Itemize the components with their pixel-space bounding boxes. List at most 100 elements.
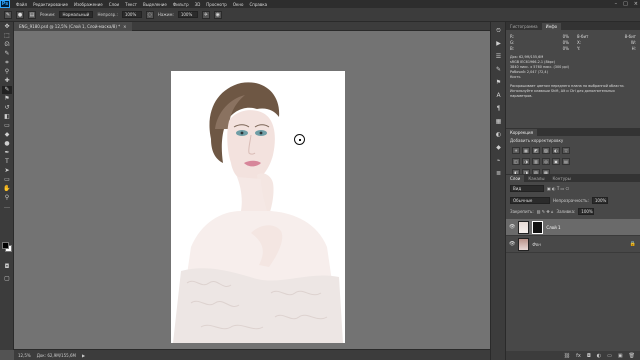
quick-select-tool-icon[interactable]: ✎ [2,50,12,58]
properties-panel-icon[interactable]: ☰ [494,52,503,61]
minimize-button[interactable]: – [615,1,618,7]
new-adjustment-icon[interactable]: ◐ [597,353,601,359]
pen-tool-icon[interactable]: ✒ [2,149,12,157]
marquee-tool-icon[interactable]: ⬚ [2,32,12,40]
new-group-icon[interactable]: ▭ [607,353,612,359]
document-tab[interactable]: ENG_9180.psd @ 12,5% (Слой 1, Слой-маска… [14,22,132,31]
menu-3d[interactable]: 3D [195,2,201,7]
channel-mixer-adjustment-icon[interactable]: ▣ [552,158,560,165]
layer-filter-select[interactable]: Вид [510,185,544,192]
color-balance-adjustment-icon[interactable]: ◑ [522,158,530,165]
tab-info[interactable]: Инфо [541,23,562,30]
hand-tool-icon[interactable]: ✋ [2,185,12,193]
path-select-tool-icon[interactable]: ➤ [2,167,12,175]
menu-file[interactable]: Файл [16,2,27,7]
layer-name[interactable]: Фон [532,242,541,247]
canvas-area[interactable] [14,31,490,349]
flow-field[interactable]: 100% [177,11,198,18]
filter-type-icons[interactable]: ▣ ◐ T ▭ ⎔ [547,186,569,191]
link-layers-icon[interactable]: ⛓ [564,353,570,359]
more-tools-icon[interactable]: … [2,203,12,211]
tab-histogram[interactable]: Гистограмма [506,23,542,30]
quick-mask-icon[interactable]: ◘ [2,263,12,271]
levels-adjustment-icon[interactable]: ▦ [522,147,530,154]
menu-filter[interactable]: Фильтр [173,2,189,7]
channels-panel-icon[interactable]: ≣ [494,169,503,178]
curves-adjustment-icon[interactable]: ◩ [532,147,540,154]
paths-panel-icon[interactable]: ⌁ [494,156,503,165]
gradient-tool-icon[interactable]: ▭ [2,122,12,130]
pressure-size-icon[interactable]: ◉ [213,10,222,19]
tab-paths[interactable]: Контуры [548,175,574,182]
character-panel-icon[interactable]: A [494,91,503,100]
crop-tool-icon[interactable]: ⌗ [2,59,12,67]
gradient-adjustment-icon[interactable]: ▽ [562,147,570,154]
menu-select[interactable]: Выделение [143,2,167,7]
tab-channels[interactable]: Каналы [524,175,548,182]
photo-filter-adjustment-icon[interactable]: ◎ [542,158,550,165]
clone-source-panel-icon[interactable]: ⚑ [494,78,503,87]
shape-tool-icon[interactable]: ▭ [2,176,12,184]
clone-stamp-tool-icon[interactable]: ⚑ [2,95,12,103]
brush-preset-icon[interactable]: ● [16,10,24,19]
eye-icon[interactable]: 👁 [509,241,515,247]
zoom-level[interactable]: 12,5% [18,353,31,358]
brush-panel-icon[interactable]: ✎ [494,65,503,74]
hue-saturation-adjustment-icon[interactable]: ◫ [512,158,520,165]
layer-mask-thumbnail[interactable] [532,220,544,234]
layer-row[interactable]: 👁 Слой 1 [506,219,640,236]
zoom-tool-icon[interactable]: ⚲ [2,194,12,202]
brush-tool-icon[interactable]: ✎ [2,86,12,94]
history-brush-tool-icon[interactable]: ↺ [2,104,12,112]
menu-window[interactable]: Окно [233,2,244,7]
document-canvas[interactable] [171,71,345,343]
brush-panel-icon[interactable]: ▤ [28,10,36,19]
brightness-adjustment-icon[interactable]: ☀ [512,147,520,154]
dodge-tool-icon[interactable]: ● [2,140,12,148]
tab-layers[interactable]: Слои [506,175,525,182]
document-close-icon[interactable]: × [123,24,126,29]
delete-layer-icon[interactable]: 🗑 [629,353,635,359]
eraser-tool-icon[interactable]: ◧ [2,113,12,121]
blur-tool-icon[interactable]: ◆ [2,131,12,139]
fill-field[interactable]: 100% [578,208,595,215]
airbrush-icon[interactable]: ✈ [201,10,210,19]
exposure-adjustment-icon[interactable]: ▨ [542,147,550,154]
menu-view[interactable]: Просмотр [206,2,227,7]
lock-icons[interactable]: ▨ ✎ ✥ ⌂ [537,209,554,214]
new-layer-icon[interactable]: ▣ [618,353,623,359]
color-panel-icon[interactable]: ◐ [494,130,503,139]
layer-style-icon[interactable]: fx [576,353,581,359]
layer-name[interactable]: Слой 1 [546,225,560,230]
tab-adjustments[interactable]: Коррекция [506,129,537,136]
vibrance-adjustment-icon[interactable]: ◐ [552,147,560,154]
pressure-opacity-icon[interactable]: ◌ [145,10,154,19]
menu-edit[interactable]: Редактирование [33,2,68,7]
color-lookup-adjustment-icon[interactable]: ▤ [562,158,570,165]
paragraph-panel-icon[interactable]: ¶ [494,104,503,113]
mode-select[interactable]: Нормальный [59,11,94,18]
styles-panel-icon[interactable]: ◆ [494,143,503,152]
document-size[interactable]: Док: 62,9М/155,6М [37,353,76,358]
layer-row[interactable]: 👁 Фон 🔒 [506,236,640,253]
close-button[interactable]: × [634,1,638,7]
actions-panel-icon[interactable]: ▶ [494,39,503,48]
eyedropper-tool-icon[interactable]: ⚲ [2,68,12,76]
menu-text[interactable]: Текст [125,2,137,7]
screen-mode-icon[interactable]: ▢ [2,275,12,283]
black-white-adjustment-icon[interactable]: ▥ [532,158,540,165]
status-arrow-icon[interactable]: ▶ [82,353,85,358]
eye-icon[interactable]: 👁 [509,224,515,230]
blend-mode-select[interactable]: Обычные [510,197,550,204]
color-swatches[interactable] [2,242,12,252]
lasso-tool-icon[interactable]: ᘏ [2,41,12,49]
swatches-panel-icon[interactable]: ▦ [494,117,503,126]
opacity-field[interactable]: 100% [121,11,142,18]
history-panel-icon[interactable]: ⏲ [494,26,503,35]
type-tool-icon[interactable]: T [2,158,12,166]
foreground-color-swatch[interactable] [2,242,9,249]
brush-tool-icon[interactable]: ✎ [4,10,12,19]
add-mask-icon[interactable]: ◘ [587,353,591,359]
healing-tool-icon[interactable]: ✚ [2,77,12,85]
layer-opacity-field[interactable]: 100% [591,197,608,204]
